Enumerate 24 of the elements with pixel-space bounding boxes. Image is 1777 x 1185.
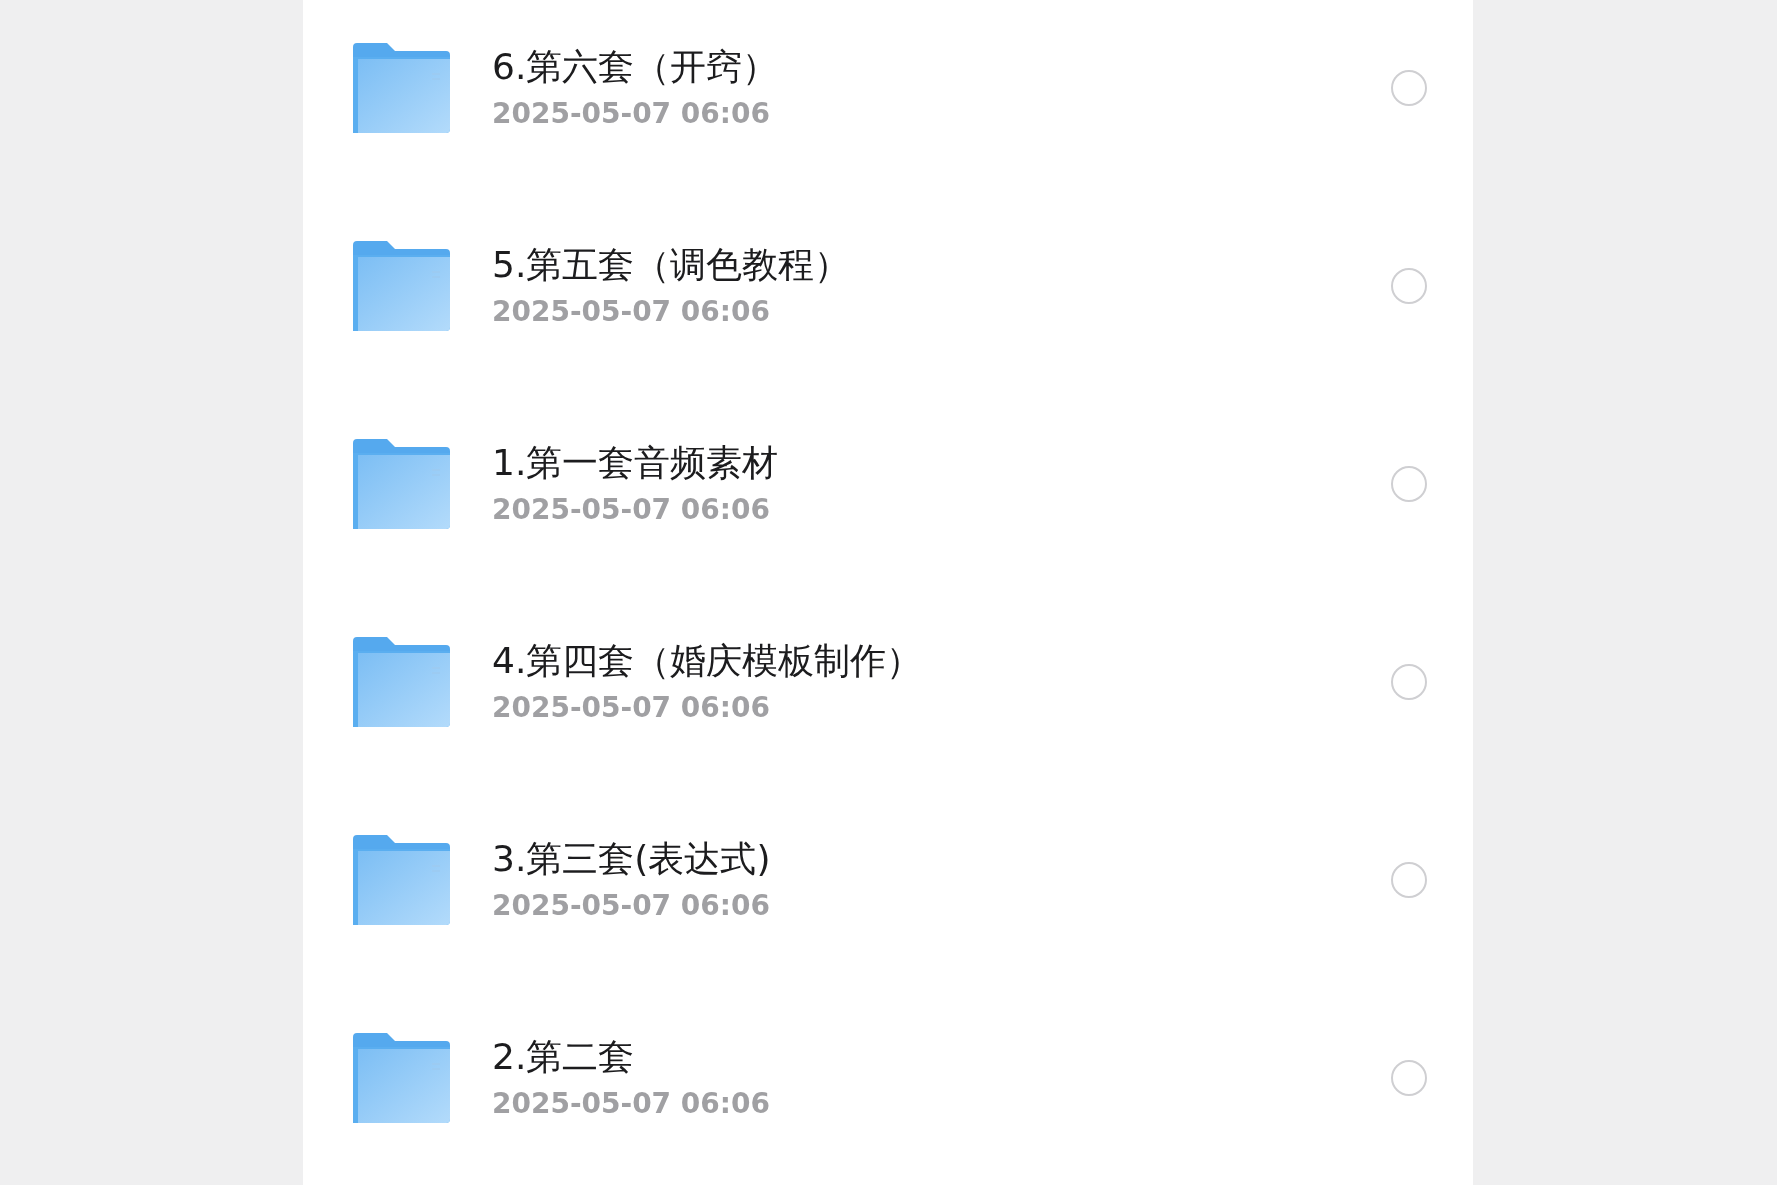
select-radio[interactable]	[1391, 862, 1427, 898]
folder-name: 2.第二套	[492, 1035, 636, 1079]
folder-date: 2025-05-07 06:06	[492, 888, 771, 924]
select-radio[interactable]	[1391, 268, 1427, 304]
folder-icon	[353, 43, 450, 133]
folder-name: 1.第一套音频素材	[492, 441, 780, 485]
folder-name: 3.第三套(表达式)	[492, 837, 772, 881]
select-radio[interactable]	[1391, 664, 1427, 700]
select-radio[interactable]	[1391, 466, 1427, 502]
folder-name: 6.第六套（开窍）	[492, 45, 780, 89]
folder-date: 2025-05-07 06:06	[492, 492, 771, 528]
folder-icon	[353, 241, 450, 331]
folder-name: 4.第四套（婚庆模板制作）	[492, 639, 924, 683]
folder-date: 2025-05-07 06:06	[492, 96, 771, 132]
folder-icon	[353, 637, 450, 727]
select-radio[interactable]	[1391, 70, 1427, 106]
folder-date: 2025-05-07 06:06	[492, 1086, 771, 1122]
folder-icon	[353, 835, 450, 925]
select-radio[interactable]	[1391, 1060, 1427, 1096]
folder-date: 2025-05-07 06:06	[492, 294, 771, 330]
folder-icon	[353, 439, 450, 529]
folder-name: 5.第五套（调色教程）	[492, 243, 852, 287]
folder-icon	[353, 1033, 450, 1123]
folder-date: 2025-05-07 06:06	[492, 690, 771, 726]
